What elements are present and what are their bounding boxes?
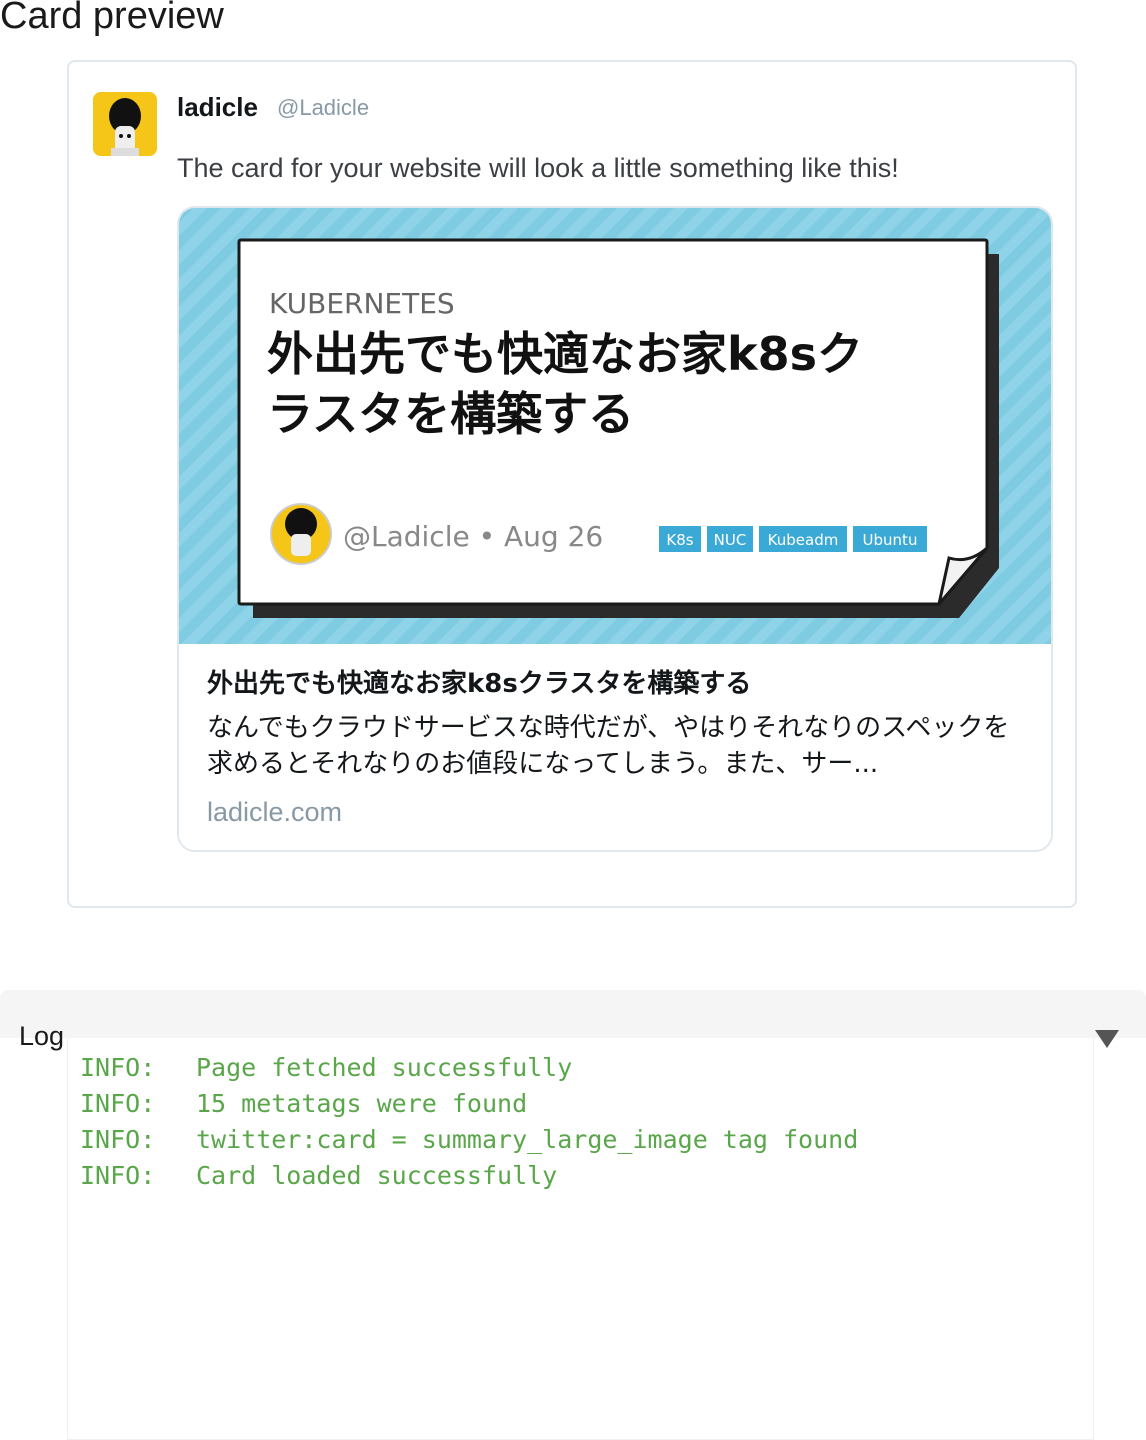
- card-image-category: KUBERNETES: [269, 287, 455, 320]
- link-card[interactable]: KUBERNETES 外出先でも快適なお家k8sク ラスタを構築する @Ladi…: [177, 206, 1053, 852]
- log-level: INFO:: [80, 1089, 156, 1118]
- log-header[interactable]: [0, 990, 1146, 1038]
- page-title: Card preview: [0, 0, 224, 37]
- log-panel: INFO: Page fetched successfully INFO: 15 m…: [67, 1038, 1094, 1440]
- log-line: INFO: Page fetched successfully: [80, 1050, 858, 1086]
- card-image-headline-line1: 外出先でも快適なお家k8sク: [267, 327, 863, 381]
- tweet-text: The card for your website will look a li…: [177, 153, 899, 183]
- log-level: INFO:: [80, 1053, 156, 1082]
- card-image-byline: @Ladicle • Aug 26: [343, 520, 603, 553]
- card-image-headline-line2: ラスタを構築する: [267, 387, 634, 441]
- log-line: INFO: 15 metatags were found: [80, 1086, 858, 1122]
- log-level: INFO:: [80, 1161, 156, 1190]
- avatar: [93, 92, 157, 156]
- tag-k8s: K8s: [659, 526, 701, 552]
- tag-kubeadm: Kubeadm: [759, 526, 847, 552]
- tag-nuc: NUC: [707, 526, 753, 552]
- tweet-author-handle: @Ladicle: [277, 95, 370, 120]
- log-level: INFO:: [80, 1125, 156, 1154]
- log-lines: INFO: Page fetched successfully INFO: 15 m…: [80, 1050, 858, 1194]
- svg-text:Ubuntu: Ubuntu: [863, 531, 918, 549]
- log-line: INFO: twitter:card = summary_large_image …: [80, 1122, 858, 1158]
- tweet-preview: ladicle @Ladicle The card for your websi…: [67, 60, 1077, 908]
- log-message: 15 metatags were found: [196, 1089, 528, 1118]
- card-title: 外出先でも快適なお家k8sクラスタを構築する: [207, 669, 752, 699]
- card-image-artwork: KUBERNETES 外出先でも快適なお家k8sク ラスタを構築する @Ladi…: [237, 238, 999, 618]
- card-domain: ladicle.com: [207, 797, 343, 827]
- card-body: 外出先でも快適なお家k8sクラスタを構築する なんでもクラウドサービスな時代だが…: [179, 644, 1051, 850]
- card-description: なんでもクラウドサービスな時代だが、やはりそれなりのスペックを求めるとそれなりの…: [207, 713, 1010, 779]
- log-message: twitter:card = summary_large_image tag f…: [196, 1125, 859, 1154]
- svg-text:NUC: NUC: [714, 531, 747, 549]
- triangle-down-icon[interactable]: [1094, 1028, 1120, 1050]
- log-section: Log INFO: Page fetched successfully INFO:…: [0, 990, 1146, 1440]
- log-message: Card loaded successfully: [196, 1161, 558, 1190]
- log-line: INFO: Card loaded successfully: [80, 1158, 858, 1194]
- tag-ubuntu: Ubuntu: [853, 526, 927, 552]
- log-message: Page fetched successfully: [196, 1053, 573, 1082]
- svg-text:Kubeadm: Kubeadm: [768, 531, 839, 549]
- byline-avatar: [270, 503, 332, 565]
- svg-text:K8s: K8s: [666, 531, 693, 549]
- tweet-author-name: ladicle: [177, 92, 258, 122]
- card-image: KUBERNETES 外出先でも快適なお家k8sク ラスタを構築する @Ladi…: [179, 208, 1051, 644]
- log-label: Log: [19, 1021, 65, 1051]
